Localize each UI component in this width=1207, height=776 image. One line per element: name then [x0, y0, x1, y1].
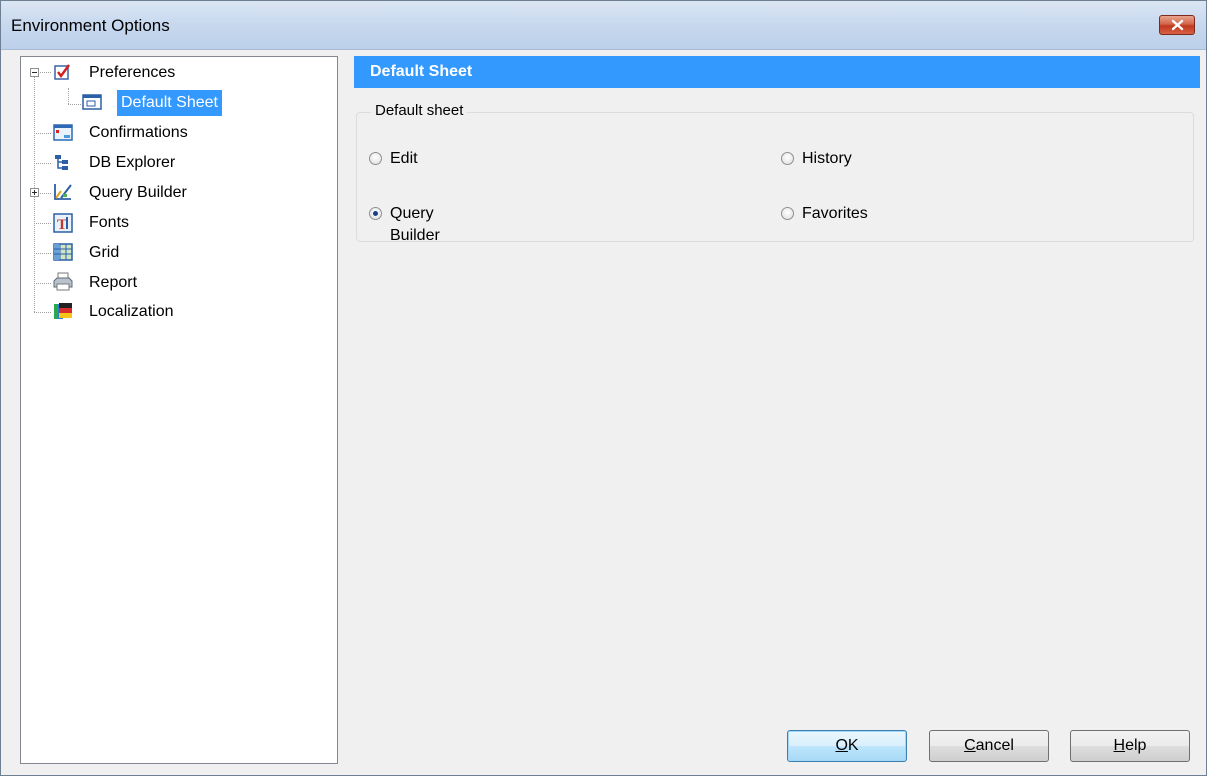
- title-bar[interactable]: Environment Options: [1, 1, 1206, 50]
- tree-line: [40, 72, 51, 74]
- close-button[interactable]: [1159, 15, 1195, 35]
- checkbox-icon: [54, 64, 70, 80]
- cancel-button[interactable]: Cancel: [929, 730, 1049, 762]
- flags-icon: [54, 303, 72, 319]
- window-title: Environment Options: [11, 16, 170, 35]
- dialog-icon: [53, 124, 73, 141]
- tree-line: [68, 104, 81, 106]
- tree-line: [34, 253, 51, 255]
- environment-options-window: Environment Options Preferences Default …: [0, 0, 1207, 776]
- tree-item-label: Fonts: [89, 214, 130, 231]
- panel-header-title: Default Sheet: [370, 63, 473, 80]
- help-mnemonic: H: [1113, 737, 1126, 754]
- radio-label: Edit: [390, 150, 418, 167]
- panel-header: Default Sheet: [354, 56, 1200, 88]
- radio-button[interactable]: [781, 207, 794, 220]
- tree-item-label: Preferences: [89, 64, 176, 81]
- radio-button-selected[interactable]: [369, 207, 382, 220]
- printer-icon: [53, 272, 73, 291]
- options-tree[interactable]: Preferences Default Sheet Confirmations: [20, 56, 338, 764]
- ok-mnemonic: O: [835, 737, 848, 754]
- tree-structure-icon: [55, 155, 68, 170]
- settings-panel: Default Sheet Default sheet Edit History…: [354, 56, 1200, 766]
- ok-button[interactable]: OK: [787, 730, 907, 762]
- radio-label: History: [802, 150, 852, 167]
- radio-label: Favorites: [802, 205, 868, 222]
- tree-line: [68, 88, 70, 104]
- radio-label: Query Builder: [390, 205, 440, 244]
- tree-line: [34, 283, 51, 285]
- cancel-label-rest: ancel: [975, 737, 1014, 754]
- query-builder-icon: [54, 184, 72, 200]
- tree-line: [34, 133, 51, 135]
- tree-line: [40, 193, 51, 195]
- default-sheet-group: Default sheet Edit History Query Builder…: [356, 102, 1194, 244]
- svg-text:T: T: [57, 217, 67, 233]
- tree-item-label: Grid: [89, 244, 120, 261]
- expand-toggle[interactable]: [30, 188, 39, 197]
- tree-item-label: Report: [89, 274, 138, 291]
- group-title: Default sheet: [371, 102, 468, 119]
- tree-item-label: Query Builder: [89, 184, 187, 201]
- tree-item-label: Confirmations: [89, 124, 188, 141]
- font-icon: T: [53, 213, 73, 233]
- cancel-mnemonic: C: [964, 737, 976, 754]
- sheet-icon: [82, 94, 102, 110]
- close-icon: [1171, 19, 1184, 31]
- tree-item-label: Localization: [89, 303, 174, 320]
- radio-button[interactable]: [369, 152, 382, 165]
- ok-label-rest: K: [847, 737, 859, 754]
- tree-line: [34, 163, 51, 165]
- grid-icon: [53, 243, 73, 261]
- radio-button[interactable]: [781, 152, 794, 165]
- help-button[interactable]: Help: [1070, 730, 1190, 762]
- tree-item-label: DB Explorer: [89, 154, 176, 171]
- tree-line: [34, 223, 51, 225]
- tree-item-label: Default Sheet: [117, 90, 222, 116]
- collapse-toggle[interactable]: [30, 68, 39, 77]
- help-label-rest: elp: [1125, 737, 1147, 754]
- tree-line: [34, 312, 51, 314]
